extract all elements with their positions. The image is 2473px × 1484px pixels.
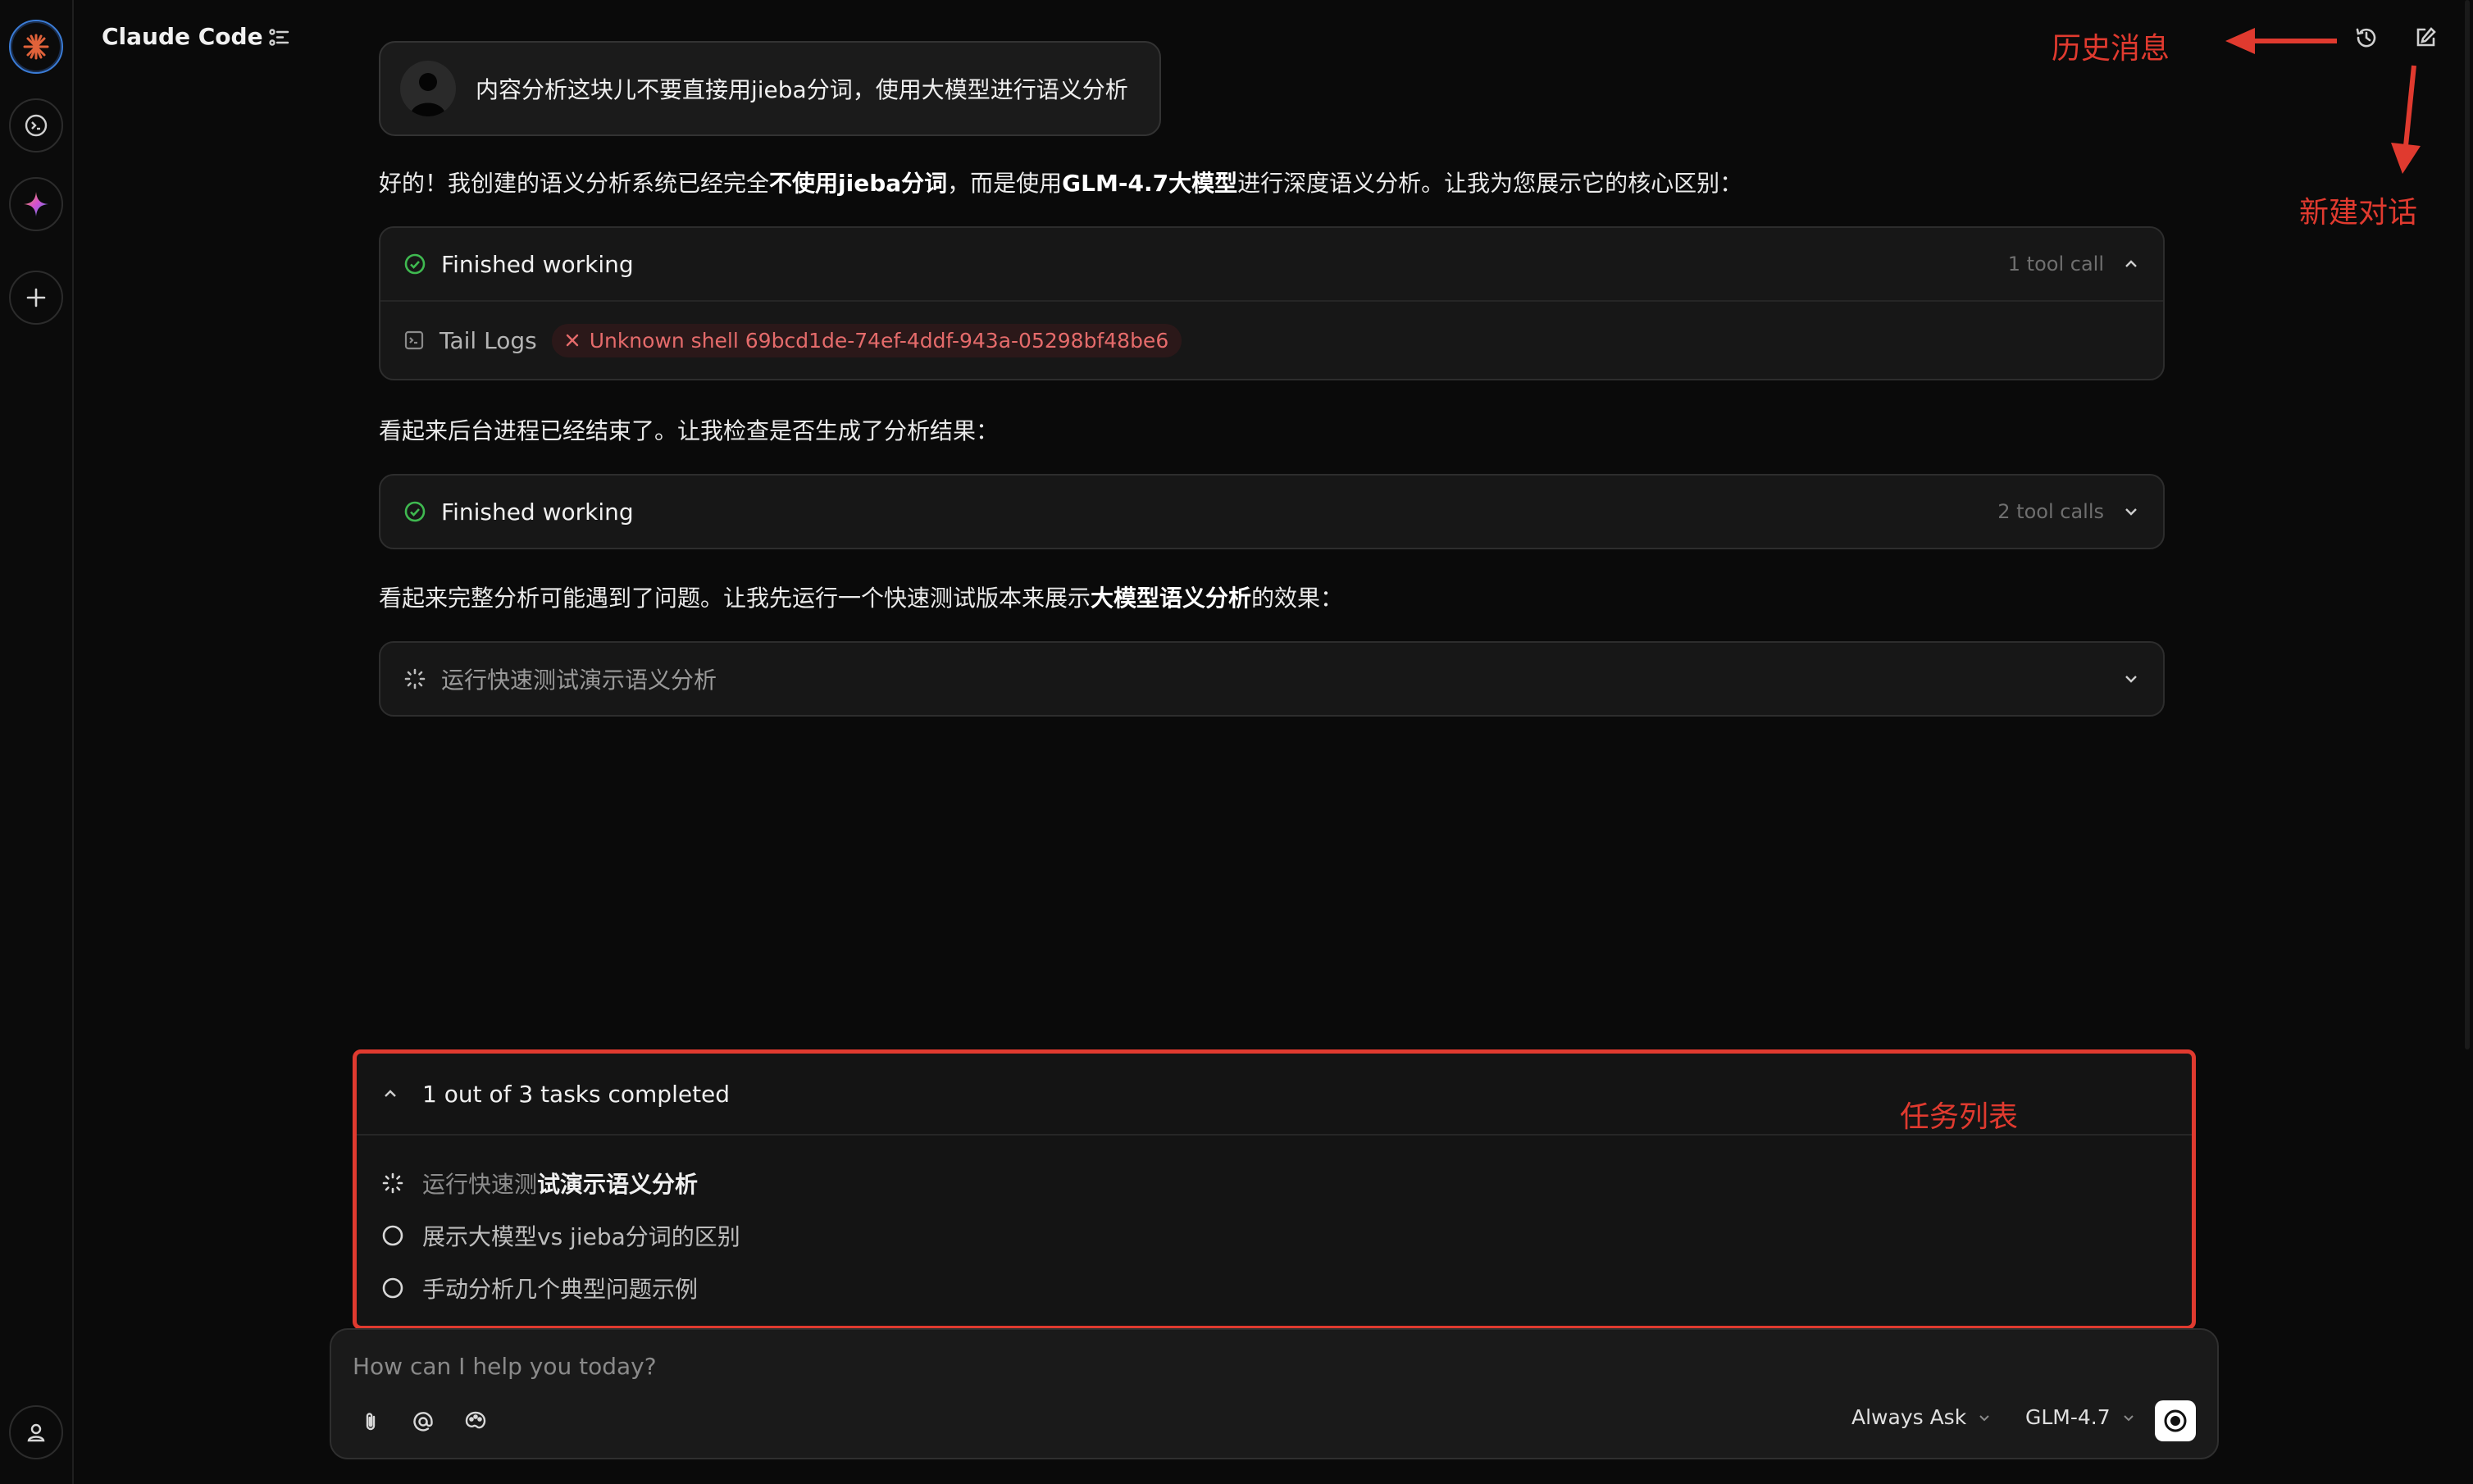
tool-card-1-header[interactable]: Finished working 1 tool call	[380, 228, 2163, 300]
history-icon[interactable]	[2350, 21, 2383, 54]
tool-card-3-header[interactable]: 运行快速测试演示语义分析	[380, 643, 2163, 715]
task-item: 运行快速测试演示语义分析	[381, 1167, 698, 1199]
tool-card-1: Finished working 1 tool call Tail Logs U…	[379, 226, 2165, 380]
chevron-up-icon[interactable]	[2122, 255, 2140, 273]
empty-circle-icon	[382, 1277, 403, 1299]
new-chat-icon[interactable]	[2409, 21, 2442, 54]
assistant-message-2: 看起来后台进程已经结束了。让我检查是否生成了分析结果：	[379, 417, 1000, 444]
task-list-panel: 1 out of 3 tasks completed 任务列表 运行快速测试演示…	[353, 1049, 2196, 1330]
message-input[interactable]	[353, 1348, 1665, 1384]
annotation-task-list: 任务列表	[1900, 1100, 2019, 1134]
tool-card-2-header[interactable]: Finished working 2 tool calls	[380, 476, 2163, 548]
spinner-icon	[404, 668, 426, 690]
tool-card-2[interactable]: Finished working 2 tool calls	[379, 474, 2165, 549]
terminal-icon[interactable]	[9, 98, 63, 152]
task-item: 手动分析几个典型问题示例	[381, 1272, 698, 1304]
chevron-down-icon[interactable]	[2122, 503, 2140, 521]
permission-mode-select[interactable]: Always Ask	[1851, 1405, 1991, 1429]
annotation-new-chat: 新建对话	[2299, 196, 2418, 230]
app-title: Claude Code	[102, 23, 263, 50]
annotation-history: 历史消息	[2052, 32, 2170, 66]
tool-name: Tail Logs	[439, 326, 537, 354]
mention-icon[interactable]	[405, 1404, 441, 1440]
send-button[interactable]	[2155, 1400, 2196, 1441]
palette-icon[interactable]	[458, 1404, 494, 1440]
tool-card-1-title: Finished working	[441, 250, 634, 278]
error-badge: Unknown shell 69bcd1de-74ef-4ddf-943a-05…	[551, 323, 1182, 357]
tool-card-2-title: Finished working	[441, 498, 634, 526]
sparkle-icon[interactable]	[9, 177, 63, 231]
task-item: 展示大模型vs jieba分词的区别	[381, 1219, 740, 1252]
spinner-icon	[382, 1172, 403, 1194]
model-select[interactable]: GLM-4.7	[2025, 1405, 2135, 1429]
tool-call-row[interactable]: Tail Logs Unknown shell 69bcd1de-74ef-4d…	[380, 300, 2163, 379]
account-icon[interactable]	[9, 1405, 63, 1459]
composer: Always Ask GLM-4.7	[330, 1328, 2219, 1459]
empty-circle-icon	[382, 1225, 403, 1246]
new-session-icon[interactable]	[9, 271, 63, 325]
scrollbar[interactable]	[2465, 0, 2470, 1049]
terminal-square-icon	[404, 330, 424, 350]
user-message-text: 内容分析这块儿不要直接用jieba分词，使用大模型进行语义分析	[476, 76, 1128, 103]
task-label: 展示大模型vs jieba分词的区别	[422, 1223, 740, 1250]
task-progress-summary: 1 out of 3 tasks completed	[422, 1080, 731, 1108]
left-rail	[0, 0, 74, 1484]
chevron-down-icon[interactable]	[2122, 670, 2140, 688]
record-icon	[2164, 1409, 2187, 1432]
tool-card-1-count: 1 tool call	[2007, 253, 2104, 275]
annotation-arrow-new-chat	[2391, 65, 2421, 174]
tool-card-2-count: 2 tool calls	[1997, 500, 2104, 523]
check-circle-icon	[404, 253, 426, 275]
close-icon	[566, 334, 578, 347]
assistant-message-3: 看起来完整分析可能遇到了问题。让我先运行一个快速测试版本来展示大模型语义分析的效…	[379, 585, 1344, 612]
toggle-panel-icon[interactable]	[262, 21, 295, 54]
tool-card-3[interactable]: 运行快速测试演示语义分析	[379, 641, 2165, 717]
chevron-down-icon	[2123, 1414, 2134, 1421]
claude-logo-icon[interactable]	[9, 20, 63, 74]
chevron-down-icon	[1979, 1414, 1989, 1421]
check-circle-icon	[404, 501, 426, 522]
chevron-up-icon[interactable]	[381, 1085, 399, 1103]
avatar	[400, 61, 456, 116]
tool-card-3-title: 运行快速测试演示语义分析	[441, 667, 717, 694]
attach-icon[interactable]	[353, 1404, 389, 1440]
task-label: 运行快速测试演示语义分析	[422, 1171, 699, 1198]
task-label: 手动分析几个典型问题示例	[422, 1276, 699, 1303]
assistant-message-1: 好的！我创建的语义分析系统已经完全不使用jieba分词，而是使用GLM-4.7大…	[379, 170, 1743, 197]
annotation-arrow-history	[2225, 28, 2337, 54]
user-message: 内容分析这块儿不要直接用jieba分词，使用大模型进行语义分析	[379, 41, 1161, 136]
